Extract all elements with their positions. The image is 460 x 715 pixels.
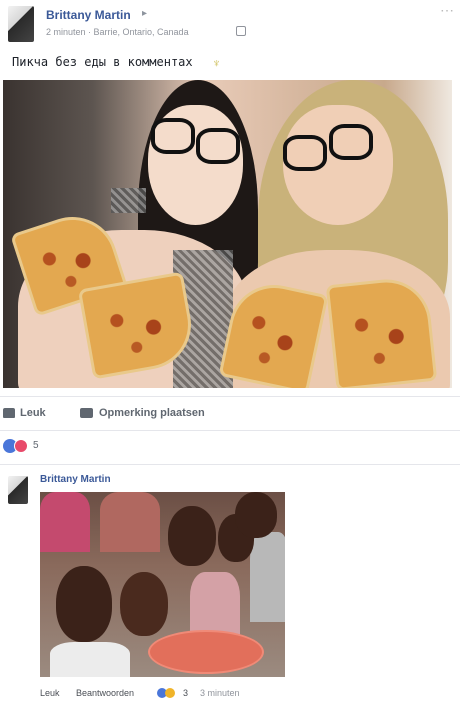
like-button[interactable]: Leuk [20,407,46,419]
thumbs-up-icon[interactable] [3,408,15,418]
emoji-icon: ♆ [212,56,221,70]
divider [0,464,460,465]
post-options-icon[interactable]: ⋯ [440,2,454,19]
photo-child-face [235,492,277,538]
reaction-count: 5 [33,440,39,451]
glasses-icon [151,118,195,154]
photo-figure [40,492,90,552]
photo-figure [100,492,160,552]
author-name[interactable]: Brittany Martin [46,8,131,22]
caret-icon: ▸ [142,8,148,19]
post-photo[interactable] [3,80,452,388]
comment-like-button[interactable]: Leuk [40,688,60,698]
divider [0,430,460,431]
comment-reaction-count[interactable]: 3 [183,688,188,698]
photo-plate [148,630,264,674]
photo-tattoo [111,188,146,213]
haha-reaction-icon [165,688,175,698]
photo-child-face [120,572,168,636]
post-text: Пикча без еды в комментах [12,55,193,69]
reactions-summary[interactable]: 5 [3,439,83,455]
post-actions-bar [0,400,460,428]
comment-icon[interactable] [80,408,93,418]
comment-author-name[interactable]: Brittany Martin [40,474,111,485]
photo-child-face [56,566,112,642]
comment-reply-button[interactable]: Beantwoorden [76,688,134,698]
comment-button[interactable]: Opmerking plaatsen [99,407,205,419]
glasses-icon [196,128,240,164]
comment-author-avatar[interactable] [8,476,28,504]
comment-photo[interactable] [40,492,285,677]
post-meta[interactable]: 2 minuten · Barrie, Ontario, Canada [46,27,189,37]
privacy-icon [236,26,246,36]
author-avatar[interactable] [8,6,34,42]
glasses-icon [329,124,373,160]
photo-child-face [168,506,216,566]
comment-timestamp[interactable]: 3 minuten [200,688,240,698]
love-reaction-icon [14,439,28,453]
glasses-icon [283,135,327,171]
post-header: Brittany Martin ▸ 2 minuten · Barrie, On… [0,0,460,48]
photo-figure [50,642,130,677]
divider [0,396,460,397]
photo-figure [250,532,285,622]
